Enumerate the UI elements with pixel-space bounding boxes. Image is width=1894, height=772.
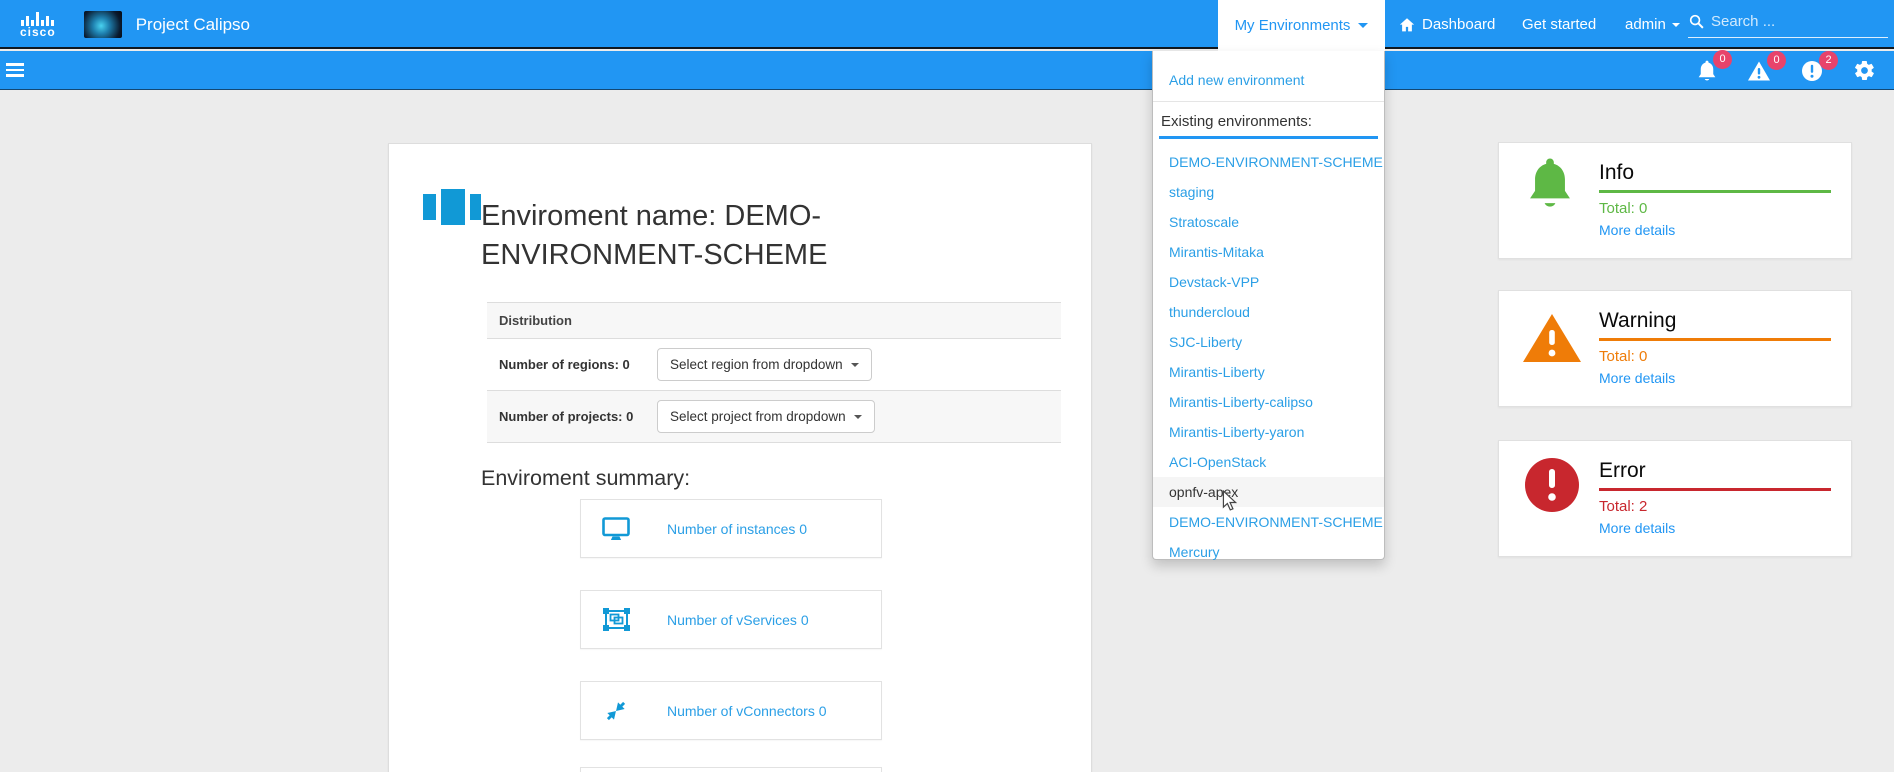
info-total: Total: 0 (1599, 200, 1831, 217)
my-environments-menu-toggle[interactable]: My Environments (1218, 0, 1385, 51)
summary-heading: Enviroment summary: (481, 466, 690, 491)
object-group-icon (601, 608, 631, 631)
search-input[interactable] (1711, 13, 1871, 30)
brand-image (84, 11, 122, 38)
warning-status-card: Warning Total: 0 More details (1498, 290, 1852, 407)
select-region-label: Select region from dropdown (670, 357, 843, 372)
top-navbar: cisco Project Calipso My Environments Da… (0, 0, 1894, 49)
regions-label: Number of regions: 0 (499, 357, 657, 372)
app-title: Project Calipso (136, 15, 250, 35)
monitor-icon (601, 517, 631, 541)
environment-item[interactable]: Stratoscale (1153, 207, 1384, 237)
vconnectors-link[interactable]: Number of vConnectors 0 (667, 703, 827, 719)
environment-card: Enviroment name: DEMO-ENVIRONMENT-SCHEME… (388, 143, 1092, 772)
existing-environments-header: Existing environments: (1153, 108, 1384, 132)
error-title: Error (1599, 459, 1831, 491)
my-environments-label: My Environments (1235, 17, 1351, 34)
toolbar-notification-icons: 0 0 2 (1697, 51, 1876, 90)
nav-user-menu[interactable]: admin (1625, 0, 1680, 49)
environment-item[interactable]: SJC-Liberty (1153, 327, 1384, 357)
info-title: Info (1599, 161, 1831, 193)
projects-label: Number of projects: 0 (499, 409, 657, 424)
compress-arrows-icon (601, 699, 631, 723)
exclamation-circle-icon (1524, 457, 1580, 513)
environment-item[interactable]: Mirantis-Mitaka (1153, 237, 1384, 267)
mouse-cursor (1222, 490, 1237, 511)
distribution-table: Distribution Number of regions: 0 Select… (487, 302, 1061, 443)
search-icon (1688, 13, 1705, 30)
cisco-logo: cisco (20, 12, 56, 38)
nav-get-started[interactable]: Get started (1522, 0, 1596, 49)
environment-item-hovered[interactable]: opnfv-apex (1153, 477, 1384, 507)
cisco-bars-icon (21, 12, 54, 26)
warning-count-badge: 0 (1767, 51, 1786, 70)
header-underline (1159, 136, 1378, 139)
vservices-link[interactable]: Number of vServices 0 (667, 612, 809, 628)
environment-item[interactable]: Devstack-VPP (1153, 267, 1384, 297)
info-status-card: Info Total: 0 More details (1498, 142, 1852, 259)
environment-item[interactable]: Mercury (1153, 537, 1384, 567)
info-notifications-group: 0 (1697, 59, 1717, 83)
environment-item[interactable]: thundercloud (1153, 297, 1384, 327)
menu-divider (1153, 101, 1384, 102)
nav-get-started-label: Get started (1522, 0, 1596, 49)
brand: cisco Project Calipso (20, 0, 250, 49)
bell-icon (1527, 155, 1573, 213)
menu-icon[interactable] (6, 63, 24, 80)
environment-item[interactable]: Mirantis-Liberty-yaron (1153, 417, 1384, 447)
environment-item[interactable]: staging (1153, 177, 1384, 207)
warning-total: Total: 0 (1599, 348, 1831, 365)
environment-item[interactable]: Mirantis-Liberty-calipso (1153, 387, 1384, 417)
distribution-header: Distribution (487, 303, 1061, 339)
info-count-badge: 0 (1713, 50, 1732, 69)
cisco-logo-text: cisco (20, 26, 56, 38)
nav-dashboard[interactable]: Dashboard (1398, 0, 1495, 49)
regions-row: Number of regions: 0 Select region from … (487, 339, 1061, 391)
add-new-environment-link[interactable]: Add new environment (1153, 65, 1384, 95)
nav-dashboard-label: Dashboard (1422, 0, 1495, 49)
environment-item[interactable]: Mirantis-Liberty (1153, 357, 1384, 387)
gear-icon[interactable] (1853, 59, 1876, 82)
warning-title: Warning (1599, 309, 1831, 341)
instances-link[interactable]: Number of instances 0 (667, 521, 807, 537)
instances-summary-card: Number of instances 0 (580, 499, 882, 558)
carousel-icon (423, 189, 481, 225)
warning-more-details-link[interactable]: More details (1599, 370, 1675, 386)
nav-user-label: admin (1625, 0, 1666, 49)
vservices-summary-card: Number of vServices 0 (580, 590, 882, 649)
error-status-card: Error Total: 2 More details (1498, 440, 1852, 557)
warning-triangle-icon (1521, 311, 1583, 365)
chevron-down-icon (851, 363, 859, 367)
environment-item[interactable]: DEMO-ENVIRONMENT-SCHEME (1153, 507, 1384, 537)
error-more-details-link[interactable]: More details (1599, 520, 1675, 536)
info-more-details-link[interactable]: More details (1599, 222, 1675, 238)
environment-title: Enviroment name: DEMO-ENVIRONMENT-SCHEME (481, 197, 861, 275)
chevron-down-icon (1358, 23, 1368, 28)
error-total: Total: 2 (1599, 498, 1831, 515)
home-icon (1398, 16, 1416, 34)
vconnectors-summary-card: Number of vConnectors 0 (580, 681, 882, 740)
error-notifications-group: 2 (1801, 60, 1823, 82)
chevron-down-icon (1672, 23, 1680, 27)
projects-row: Number of projects: 0 Select project fro… (487, 391, 1061, 443)
chevron-down-icon (854, 415, 862, 419)
warning-notifications-group: 0 (1747, 60, 1771, 82)
select-project-label: Select project from dropdown (670, 409, 846, 424)
search-box (1688, 6, 1888, 38)
environment-item[interactable]: ACI-OpenStack (1153, 447, 1384, 477)
select-region-dropdown-button[interactable]: Select region from dropdown (657, 348, 872, 381)
select-project-dropdown-button[interactable]: Select project from dropdown (657, 400, 875, 433)
environments-dropdown-menu: Add new environment Existing environment… (1152, 51, 1385, 560)
summary-card-partial (580, 767, 882, 772)
error-count-badge: 2 (1819, 51, 1838, 70)
toolbar: 0 0 2 (0, 51, 1894, 90)
environment-item[interactable]: DEMO-ENVIRONMENT-SCHEME (1153, 147, 1384, 177)
